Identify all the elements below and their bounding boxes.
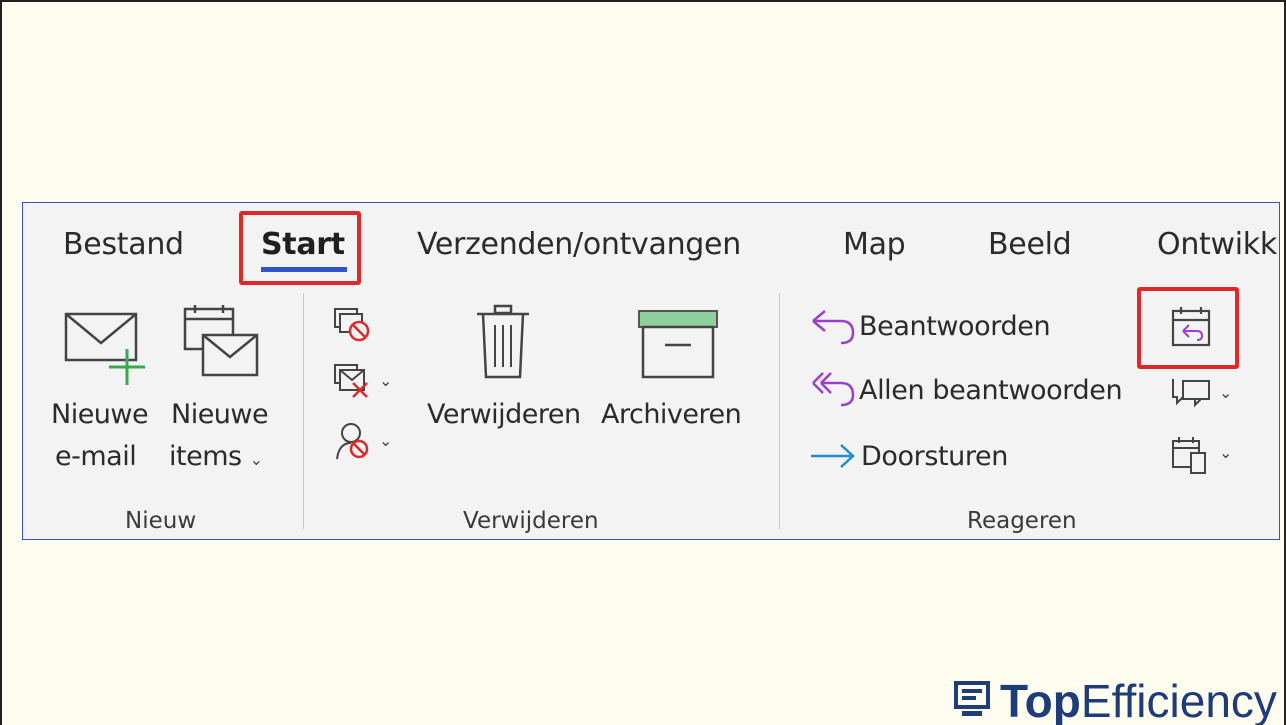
chevron-down-icon: ⌄ [379, 433, 393, 450]
chevron-down-icon: ⌄ [249, 450, 263, 469]
chevron-down-icon: ⌄ [1219, 385, 1233, 402]
calendar-device-icon [1172, 437, 1206, 474]
archive-label: Archiveren [601, 399, 742, 430]
reply-icon [812, 310, 855, 345]
new-email-icon [64, 312, 145, 385]
tab-ontwikkelaars[interactable]: Ontwikk [1157, 227, 1277, 262]
group-divider [779, 293, 780, 529]
tab-beeld[interactable]: Beeld [988, 227, 1072, 262]
forward-arrow-icon [811, 444, 855, 468]
calendar-mail-icon [183, 305, 259, 377]
new-items-label-1: Nieuwe [171, 399, 269, 430]
ignore-conversation-icon[interactable] [333, 307, 373, 345]
archive-icon [638, 310, 718, 379]
reply-all-label: Allen beantwoorden [859, 375, 1123, 406]
group-divider [303, 293, 304, 529]
new-items-label-2-text: items [169, 441, 242, 472]
chat-icon [1172, 379, 1210, 408]
delete-label: Verwijderen [427, 399, 581, 430]
new-email-label-1: Nieuwe [51, 399, 149, 430]
chevron-down-icon: ⌄ [1219, 445, 1233, 462]
highlight-box-start [239, 211, 361, 285]
forward-label: Doorsturen [861, 441, 1008, 472]
reply-all-icon [812, 372, 855, 407]
tab-map[interactable]: Map [843, 227, 906, 262]
brand-top: Top [1000, 675, 1081, 725]
logo-monitor-icon [954, 681, 990, 716]
topefficiency-logo: TopEfficiency [954, 674, 1277, 725]
highlight-box-meeting [1137, 287, 1239, 369]
chevron-down-icon: ⌄ [379, 373, 393, 390]
ribbon: Bestand Start Verzenden/ontvangen Map Be… [22, 202, 1280, 540]
clean-up-icon [334, 364, 368, 398]
reply-label: Beantwoorden [859, 311, 1051, 342]
group-label-nieuw: Nieuw [125, 508, 197, 534]
brand-efficiency: Efficiency [1080, 675, 1277, 725]
group-label-reageren: Reageren [967, 508, 1077, 534]
trash-icon [477, 304, 529, 379]
new-items-label-2: items ⌄ [169, 441, 263, 472]
tab-bestand[interactable]: Bestand [63, 227, 184, 262]
tab-verzenden-ontvangen[interactable]: Verzenden/ontvangen [417, 227, 741, 262]
group-label-verwijderen: Verwijderen [463, 508, 599, 534]
junk-person-icon [336, 423, 369, 460]
new-email-label-2: e-mail [55, 441, 137, 472]
